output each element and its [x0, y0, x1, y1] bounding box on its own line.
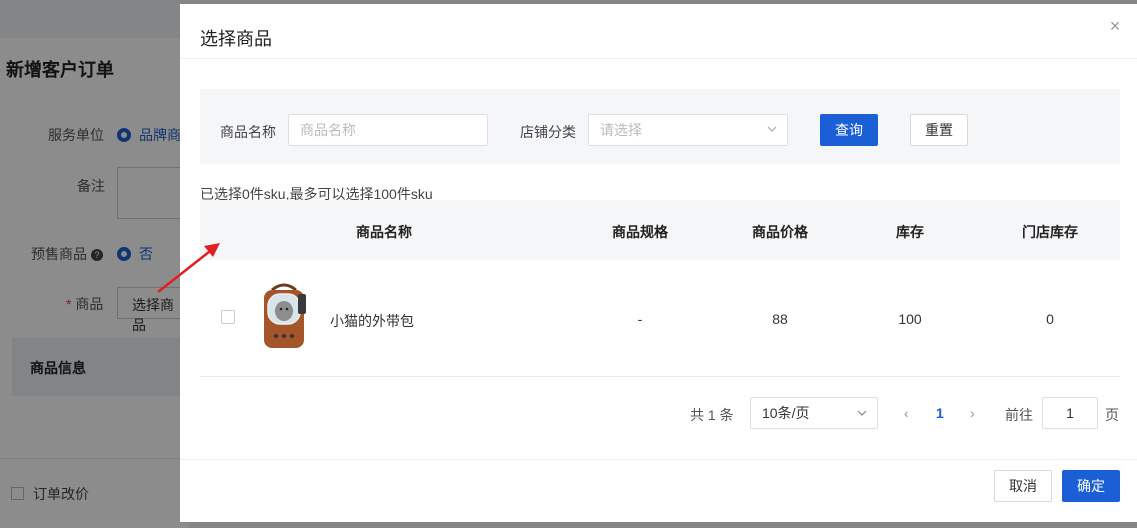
- page-number-current[interactable]: 1: [936, 405, 944, 421]
- column-header-name: 商品名称: [356, 224, 412, 240]
- product-name-placeholder: 商品名称: [300, 122, 356, 138]
- store-stock-cell: 0: [1046, 311, 1054, 327]
- shop-category-label: 店铺分类: [520, 124, 576, 140]
- dialog-header: 选择商品 ×: [180, 4, 1137, 59]
- chevron-down-icon: [767, 126, 777, 132]
- dialog-title: 选择商品: [200, 29, 272, 49]
- product-name-cell: 小猫的外带包: [330, 313, 414, 329]
- cancel-button[interactable]: 取消: [994, 470, 1052, 502]
- table-header: 商品名称 商品规格 商品价格 库存 门店库存: [200, 200, 1120, 260]
- pagination-total: 共 1 条: [690, 407, 734, 423]
- confirm-button[interactable]: 确定: [1062, 470, 1120, 502]
- query-button[interactable]: 查询: [820, 114, 878, 146]
- reset-button[interactable]: 重置: [910, 114, 968, 146]
- chevron-down-icon: [857, 410, 867, 416]
- product-spec-cell: -: [637, 311, 643, 327]
- footer-divider: [180, 459, 1137, 460]
- close-icon[interactable]: ×: [1107, 17, 1123, 35]
- next-page-icon[interactable]: ›: [970, 405, 975, 421]
- cat-backpack-image: [252, 280, 316, 356]
- annotation-arrow-icon: [157, 243, 220, 293]
- product-stock-cell: 100: [898, 311, 922, 327]
- column-header-price: 商品价格: [752, 224, 808, 240]
- prev-page-icon[interactable]: ‹: [904, 405, 909, 421]
- shop-category-select[interactable]: 请选择: [588, 114, 788, 146]
- page-size-select[interactable]: 10条/页: [750, 397, 878, 429]
- shop-category-placeholder: 请选择: [600, 122, 642, 138]
- product-name-label: 商品名称: [220, 124, 276, 140]
- page-size-value: 10条/页: [762, 405, 810, 421]
- filter-bar: 商品名称 商品名称 店铺分类 请选择 查询 重置: [200, 89, 1120, 164]
- goto-page-input[interactable]: 1: [1042, 397, 1098, 429]
- column-header-spec: 商品规格: [612, 224, 668, 240]
- product-name-input[interactable]: 商品名称: [288, 114, 488, 146]
- goto-label: 前往: [1005, 407, 1033, 423]
- column-header-store-stock: 门店库存: [1022, 224, 1078, 240]
- table-row[interactable]: 小猫的外带包 - 88 100 0: [200, 260, 1120, 377]
- page-suffix-label: 页: [1105, 407, 1119, 423]
- product-price-cell: 88: [772, 311, 788, 327]
- select-product-dialog: 选择商品 × 商品名称 商品名称 店铺分类 请选择 查询 重置 已选择0件sku…: [180, 4, 1137, 522]
- column-header-stock: 库存: [896, 224, 924, 240]
- product-table: 商品名称 商品规格 商品价格 库存 门店库存 小猫的外带包 - 88 100 0: [200, 200, 1120, 377]
- row-checkbox[interactable]: [221, 310, 235, 324]
